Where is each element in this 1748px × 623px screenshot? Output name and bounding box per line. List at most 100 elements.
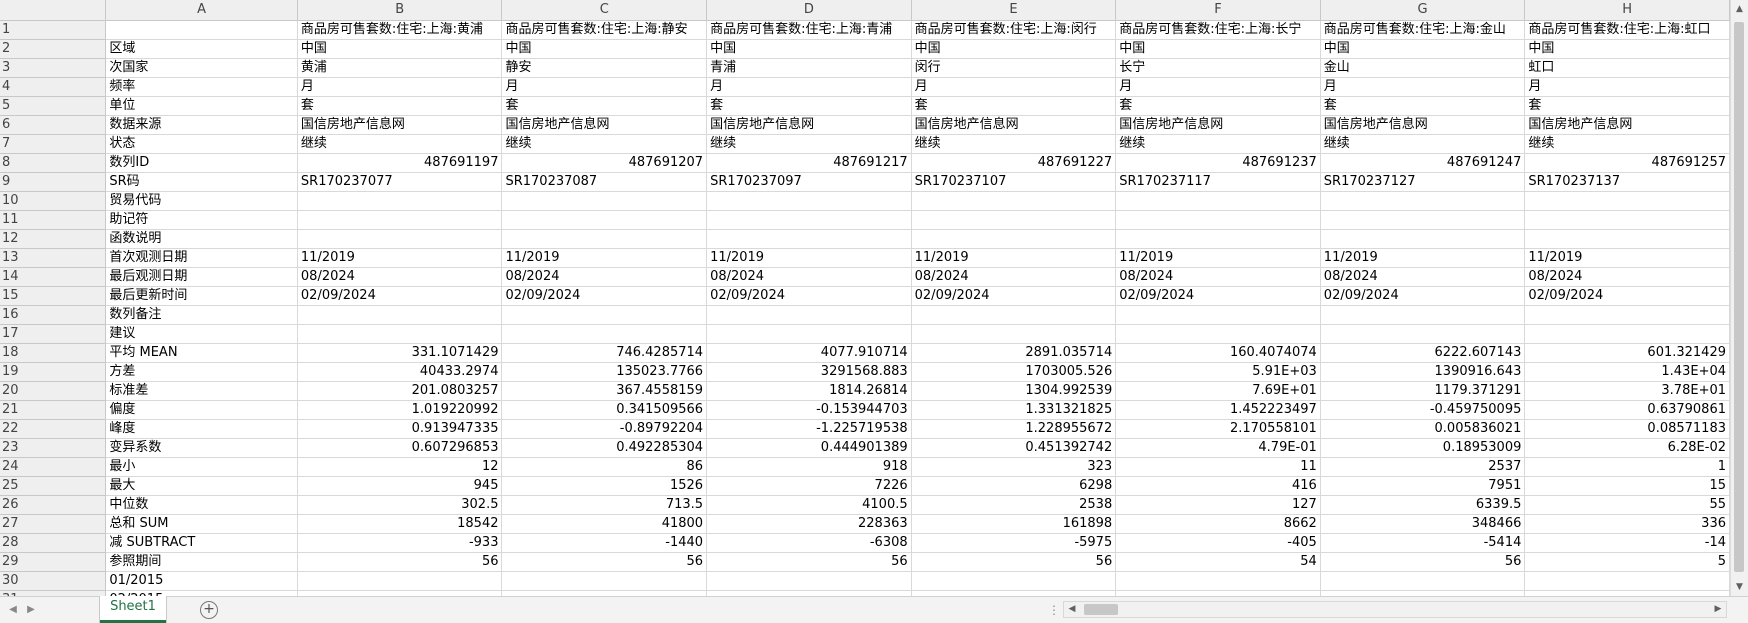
- data-cell[interactable]: 商品房可售套数:住宅:上海:黄浦: [297, 20, 503, 40]
- data-cell[interactable]: 487691247: [1320, 153, 1526, 173]
- data-cell[interactable]: 1814.26814: [706, 381, 912, 401]
- data-cell[interactable]: -0.89792204: [501, 419, 708, 439]
- data-cell[interactable]: [1320, 191, 1526, 211]
- select-all-corner[interactable]: [0, 0, 107, 21]
- data-cell[interactable]: [1320, 324, 1526, 344]
- data-cell[interactable]: 1304.992539: [911, 381, 1117, 401]
- row-label-cell[interactable]: 最大: [105, 476, 298, 496]
- data-cell[interactable]: 商品房可售套数:住宅:上海:长宁: [1115, 20, 1321, 40]
- tab-split-handle[interactable]: ⋮: [1048, 603, 1060, 617]
- data-cell[interactable]: 08/2024: [706, 267, 912, 287]
- data-cell[interactable]: 0.63790861: [1524, 400, 1730, 420]
- data-cell[interactable]: 0.451392742: [911, 438, 1117, 458]
- row-header[interactable]: 22: [0, 419, 107, 439]
- data-cell[interactable]: 08/2024: [1320, 267, 1526, 287]
- data-cell[interactable]: 487691207: [501, 153, 708, 173]
- data-cell[interactable]: 86: [501, 457, 708, 477]
- row-header[interactable]: 13: [0, 248, 107, 268]
- row-label-cell[interactable]: 总和 SUM: [105, 514, 298, 534]
- data-cell[interactable]: [1320, 210, 1526, 230]
- data-cell[interactable]: 国信房地产信息网: [1524, 115, 1730, 135]
- data-cell[interactable]: 713.5: [501, 495, 708, 515]
- row-header[interactable]: 29: [0, 552, 107, 572]
- data-cell[interactable]: 月: [706, 77, 912, 97]
- data-cell[interactable]: 4.79E-01: [1115, 438, 1321, 458]
- data-cell[interactable]: [501, 305, 708, 325]
- data-cell[interactable]: -14: [1524, 533, 1730, 553]
- row-label-cell[interactable]: 平均 MEAN: [105, 343, 298, 363]
- horizontal-scrollbar[interactable]: ◀ ▶: [1063, 601, 1727, 618]
- data-cell[interactable]: 闵行: [911, 58, 1117, 78]
- data-cell[interactable]: [1524, 210, 1730, 230]
- data-cell[interactable]: 487691217: [706, 153, 912, 173]
- data-cell[interactable]: [297, 229, 503, 249]
- row-header[interactable]: 17: [0, 324, 107, 344]
- scroll-down-icon[interactable]: ▼: [1731, 578, 1748, 596]
- data-cell[interactable]: 11/2019: [706, 248, 912, 268]
- data-cell[interactable]: [911, 191, 1117, 211]
- data-cell[interactable]: 127: [1115, 495, 1321, 515]
- scroll-right-icon[interactable]: ▶: [1710, 602, 1726, 617]
- data-cell[interactable]: [706, 324, 912, 344]
- vertical-scrollbar[interactable]: ▲ ▼: [1730, 0, 1748, 596]
- data-cell[interactable]: -0.459750095: [1320, 400, 1526, 420]
- data-cell[interactable]: 4100.5: [706, 495, 912, 515]
- row-label-cell[interactable]: [105, 20, 298, 40]
- data-cell[interactable]: [1320, 571, 1526, 591]
- data-cell[interactable]: 中国: [1320, 39, 1526, 59]
- data-cell[interactable]: 15: [1524, 476, 1730, 496]
- row-label-cell[interactable]: 方差: [105, 362, 298, 382]
- data-cell[interactable]: -5414: [1320, 533, 1526, 553]
- data-cell[interactable]: 0.005836021: [1320, 419, 1526, 439]
- data-cell[interactable]: 02/09/2024: [501, 286, 708, 306]
- row-label-cell[interactable]: 标准差: [105, 381, 298, 401]
- data-cell[interactable]: 青浦: [706, 58, 912, 78]
- data-cell[interactable]: [706, 210, 912, 230]
- data-cell[interactable]: 56: [1320, 552, 1526, 572]
- data-cell[interactable]: 2537: [1320, 457, 1526, 477]
- data-cell[interactable]: [1524, 229, 1730, 249]
- data-cell[interactable]: [1115, 210, 1321, 230]
- data-cell[interactable]: 7226: [706, 476, 912, 496]
- data-cell[interactable]: [501, 229, 708, 249]
- data-cell[interactable]: 6222.607143: [1320, 343, 1526, 363]
- horizontal-scroll-thumb[interactable]: [1084, 604, 1118, 615]
- data-cell[interactable]: 5: [1524, 552, 1730, 572]
- data-cell[interactable]: 3291568.883: [706, 362, 912, 382]
- data-cell[interactable]: 长宁: [1115, 58, 1321, 78]
- data-cell[interactable]: 02/09/2024: [706, 286, 912, 306]
- row-label-cell[interactable]: 中位数: [105, 495, 298, 515]
- row-label-cell[interactable]: 数列备注: [105, 305, 298, 325]
- row-header[interactable]: 7: [0, 134, 107, 154]
- row-label-cell[interactable]: 首次观测日期: [105, 248, 298, 268]
- data-cell[interactable]: 11/2019: [911, 248, 1117, 268]
- row-header[interactable]: 1: [0, 20, 107, 40]
- row-header[interactable]: 14: [0, 267, 107, 287]
- data-cell[interactable]: 2538: [911, 495, 1117, 515]
- next-sheet-icon[interactable]: ▶: [24, 602, 38, 618]
- row-label-cell[interactable]: 最后观测日期: [105, 267, 298, 287]
- row-label-cell[interactable]: 次国家: [105, 58, 298, 78]
- column-header-b[interactable]: B: [297, 0, 503, 21]
- row-header[interactable]: 10: [0, 191, 107, 211]
- row-label-cell[interactable]: 单位: [105, 96, 298, 116]
- data-cell[interactable]: 18542: [297, 514, 503, 534]
- row-header[interactable]: 12: [0, 229, 107, 249]
- data-cell[interactable]: -1.225719538: [706, 419, 912, 439]
- row-label-cell[interactable]: 01/2015: [105, 571, 298, 591]
- row-label-cell[interactable]: 峰度: [105, 419, 298, 439]
- data-cell[interactable]: 08/2024: [1524, 267, 1730, 287]
- data-cell[interactable]: 11/2019: [1320, 248, 1526, 268]
- data-cell[interactable]: 套: [706, 96, 912, 116]
- row-label-cell[interactable]: 贸易代码: [105, 191, 298, 211]
- data-cell[interactable]: [501, 324, 708, 344]
- data-cell[interactable]: [297, 191, 503, 211]
- data-cell[interactable]: SR170237087: [501, 172, 708, 192]
- data-cell[interactable]: -0.153944703: [706, 400, 912, 420]
- column-header-a[interactable]: A: [105, 0, 298, 21]
- data-cell[interactable]: 487691237: [1115, 153, 1321, 173]
- data-cell[interactable]: 商品房可售套数:住宅:上海:虹口: [1524, 20, 1730, 40]
- data-cell[interactable]: [1115, 191, 1321, 211]
- data-cell[interactable]: [297, 571, 503, 591]
- row-header[interactable]: 30: [0, 571, 107, 591]
